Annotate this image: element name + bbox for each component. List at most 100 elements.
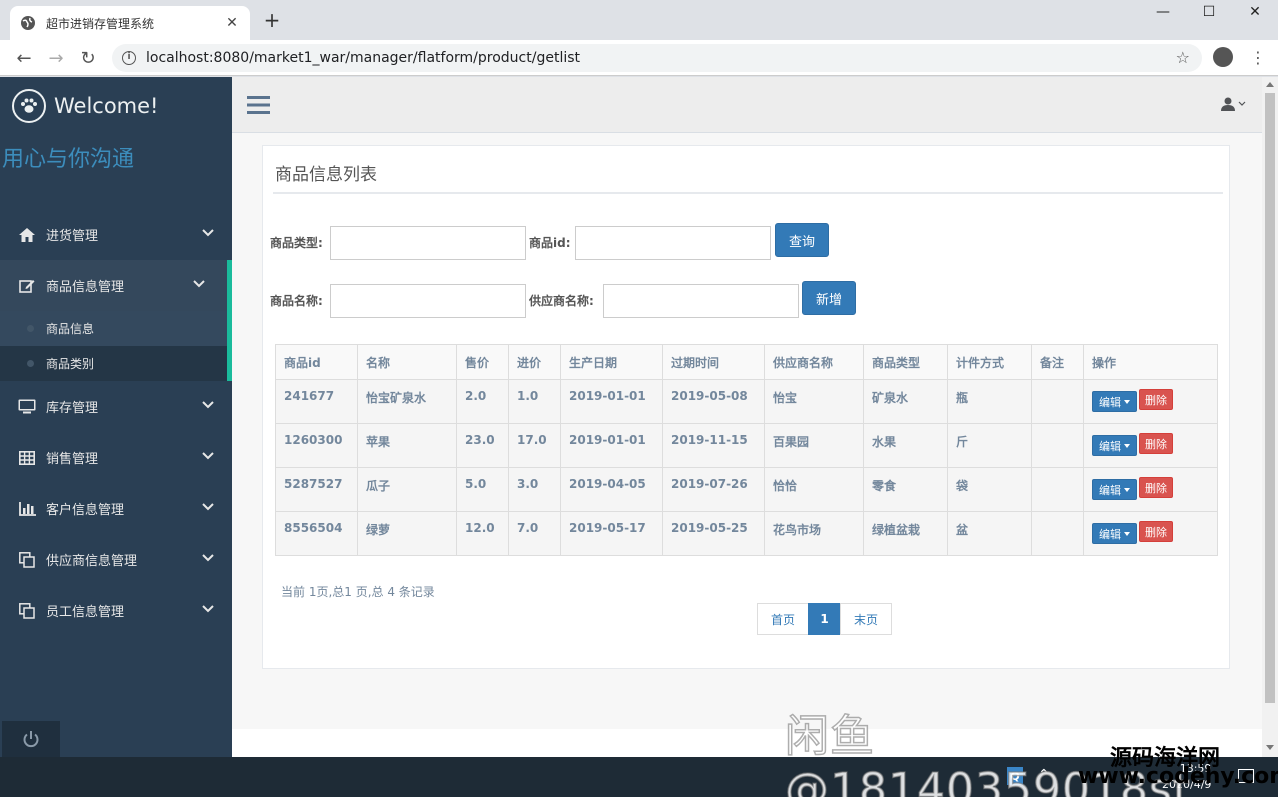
edit-label: 编辑 bbox=[1099, 395, 1121, 409]
menu-item-customer[interactable]: 客户信息管理 bbox=[0, 483, 232, 534]
cell-cost: 17.0 bbox=[508, 423, 561, 468]
first-page-button[interactable]: 首页 bbox=[757, 603, 809, 635]
delete-button[interactable]: 删除 bbox=[1139, 389, 1173, 410]
menu-item-label: 进货管理 bbox=[46, 229, 99, 244]
cell-actions: 编辑 删除 bbox=[1083, 423, 1218, 468]
submenu-item-label: 商品类别 bbox=[46, 357, 95, 371]
chevron-down-icon bbox=[202, 605, 214, 613]
cell-expiry-date: 2019-07-26 bbox=[662, 467, 765, 512]
scroll-up-icon[interactable] bbox=[1266, 82, 1274, 87]
scroll-thumb[interactable] bbox=[1265, 93, 1275, 703]
url-field[interactable]: i localhost:8080/market1_war/manager/fla… bbox=[112, 44, 1202, 72]
desktop-icon bbox=[16, 399, 38, 415]
cell-supplier: 怡宝 bbox=[764, 379, 864, 424]
column-header: 名称 bbox=[357, 344, 457, 380]
brand[interactable]: Welcome! bbox=[12, 89, 158, 123]
column-header: 进价 bbox=[508, 344, 561, 380]
menu-item-employee[interactable]: 员工信息管理 bbox=[0, 585, 232, 636]
cell-price: 23.0 bbox=[456, 423, 509, 468]
name-input[interactable] bbox=[330, 284, 526, 318]
home-icon bbox=[16, 227, 38, 243]
menu-item-purchase[interactable]: 进货管理 bbox=[0, 209, 232, 260]
menu-toggle-icon[interactable] bbox=[247, 95, 270, 115]
user-icon bbox=[1221, 97, 1235, 111]
bullet-icon bbox=[27, 360, 34, 367]
table-icon bbox=[16, 450, 38, 466]
cell-supplier: 恰恰 bbox=[764, 467, 864, 512]
maximize-icon[interactable]: ☐ bbox=[1186, 0, 1232, 24]
delete-button[interactable]: 删除 bbox=[1139, 433, 1173, 454]
new-tab-icon[interactable]: + bbox=[262, 10, 282, 30]
divider bbox=[273, 192, 1223, 194]
info-icon[interactable]: i bbox=[122, 51, 136, 65]
chevron-down-icon bbox=[202, 503, 214, 511]
type-label: 商品类型: bbox=[270, 236, 323, 250]
submenu-item-product[interactable]: 商品信息 bbox=[0, 311, 227, 346]
delete-button[interactable]: 删除 bbox=[1139, 521, 1173, 542]
menu-item-label: 库存管理 bbox=[46, 401, 99, 416]
edit-button[interactable]: 编辑 bbox=[1092, 435, 1137, 456]
account-icon[interactable] bbox=[1213, 47, 1233, 67]
browser-tab[interactable]: 超市进销存管理系统 ✕ bbox=[10, 6, 250, 40]
id-input[interactable] bbox=[575, 226, 771, 260]
chevron-down-icon bbox=[193, 280, 205, 288]
watermark-site-url: www.codehy.com bbox=[1078, 764, 1278, 789]
cell-remark bbox=[1031, 379, 1084, 424]
last-page-button[interactable]: 末页 bbox=[840, 603, 892, 635]
edit-button[interactable]: 编辑 bbox=[1092, 391, 1137, 412]
browser-tab-bar: 超市进销存管理系统 ✕ + — ☐ ✕ bbox=[0, 0, 1278, 40]
id-label: 商品id: bbox=[529, 236, 571, 250]
menu-item-label: 供应商信息管理 bbox=[46, 554, 138, 569]
cell-production-date: 2019-01-01 bbox=[560, 423, 663, 468]
supplier-label: 供应商名称: bbox=[529, 294, 594, 308]
minimize-icon[interactable]: — bbox=[1140, 0, 1186, 24]
cell-unit: 瓶 bbox=[947, 379, 1032, 424]
window-close-icon[interactable]: ✕ bbox=[1232, 0, 1278, 24]
menu-item-label: 商品信息管理 bbox=[46, 280, 125, 295]
cell-production-date: 2019-01-01 bbox=[560, 379, 663, 424]
submenu-item-category[interactable]: 商品类别 bbox=[0, 346, 227, 381]
cell-type: 零食 bbox=[863, 467, 948, 512]
bookmark-star-icon[interactable]: ☆ bbox=[1176, 48, 1190, 67]
menu-item-supplier[interactable]: 供应商信息管理 bbox=[0, 534, 232, 585]
cell-name: 苹果 bbox=[357, 423, 457, 468]
side-menu: 进货管理 商品信息管理 商品信息 商品类别 库存管理 销售管理 客户信息管理 供… bbox=[0, 209, 232, 636]
chevron-down-icon bbox=[202, 229, 214, 237]
cell-id: 1260300 bbox=[275, 423, 358, 468]
query-button[interactable]: 查询 bbox=[775, 223, 829, 257]
table-row: 1260300 苹果 23.0 17.0 2019-01-01 2019-11-… bbox=[275, 423, 1218, 468]
edit-button[interactable]: 编辑 bbox=[1092, 479, 1137, 500]
cell-type: 矿泉水 bbox=[863, 379, 948, 424]
type-input[interactable] bbox=[330, 226, 526, 260]
cell-remark bbox=[1031, 423, 1084, 468]
delete-button[interactable]: 删除 bbox=[1139, 477, 1173, 498]
forward-icon[interactable]: → bbox=[44, 46, 68, 70]
menu-item-inventory[interactable]: 库存管理 bbox=[0, 381, 232, 432]
user-dropdown[interactable] bbox=[1221, 97, 1246, 111]
reload-icon[interactable]: ↻ bbox=[76, 46, 100, 70]
bar-chart-icon bbox=[16, 501, 38, 517]
top-nav bbox=[232, 77, 1262, 133]
pagination: 首页 1 末页 bbox=[757, 603, 892, 635]
supplier-input[interactable] bbox=[603, 284, 799, 318]
edit-label: 编辑 bbox=[1099, 439, 1121, 453]
cell-supplier: 百果园 bbox=[764, 423, 864, 468]
tab-close-icon[interactable]: ✕ bbox=[224, 15, 240, 31]
product-list-panel: 商品信息列表 商品类型: 商品id: 查询 商品名称: 供应商名称: 新增 商品… bbox=[262, 145, 1230, 669]
current-page-button[interactable]: 1 bbox=[808, 603, 841, 635]
cell-production-date: 2019-04-05 bbox=[560, 467, 663, 512]
menu-item-label: 员工信息管理 bbox=[46, 605, 125, 620]
edit-button[interactable]: 编辑 bbox=[1092, 523, 1137, 544]
browser-menu-icon[interactable]: ⋮ bbox=[1250, 48, 1266, 67]
logout-button[interactable] bbox=[2, 721, 60, 757]
cell-remark bbox=[1031, 467, 1084, 512]
menu-item-label: 客户信息管理 bbox=[46, 503, 125, 518]
menu-item-sales[interactable]: 销售管理 bbox=[0, 432, 232, 483]
menu-item-product-info[interactable]: 商品信息管理 bbox=[0, 260, 232, 311]
cell-price: 12.0 bbox=[456, 511, 509, 556]
paw-icon bbox=[12, 89, 46, 123]
back-icon[interactable]: ← bbox=[12, 46, 36, 70]
add-button[interactable]: 新增 bbox=[802, 281, 856, 315]
edit-label: 编辑 bbox=[1099, 483, 1121, 497]
page-scrollbar[interactable] bbox=[1262, 77, 1278, 757]
